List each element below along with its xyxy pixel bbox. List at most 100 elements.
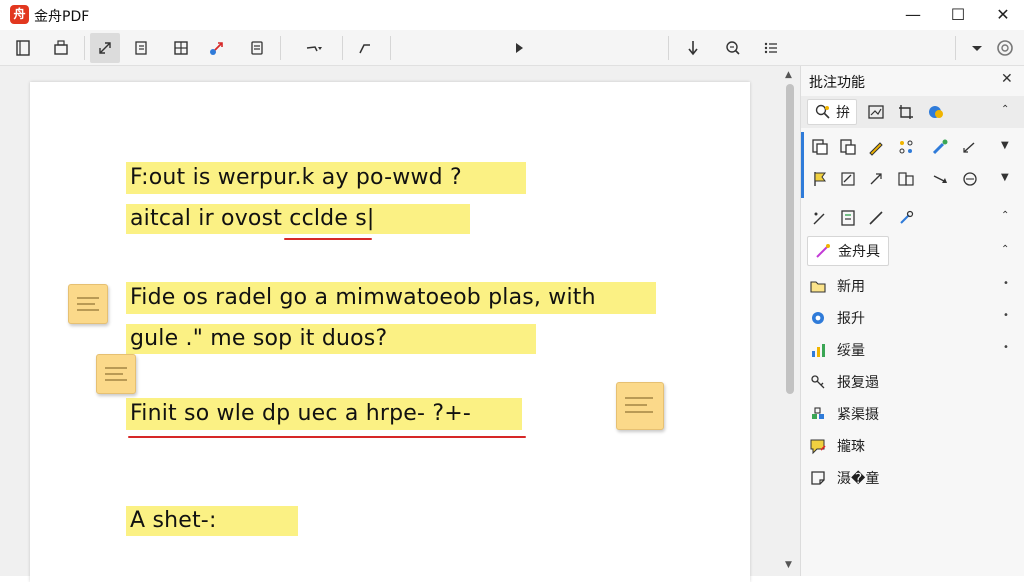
more-dot-icon[interactable]: • [1003,342,1009,353]
shield-color-icon [929,106,943,118]
vertical-scrollbar[interactable]: ▲ ▼ [782,66,798,576]
app-title: 金舟PDF [34,9,90,25]
resize-icon[interactable] [865,168,887,190]
panel-list-item[interactable]: 报复遢 [809,368,1019,396]
app-logo: 舟 [10,5,29,24]
scroll-thumb[interactable] [786,84,794,394]
stamp-tool-icon[interactable] [895,207,917,229]
columns-icon[interactable] [895,168,917,190]
magic-tool-icon[interactable] [809,207,831,229]
panel-list-item[interactable]: 报升 [809,304,1019,332]
list-item-label: 紧渠摄 [837,407,879,423]
toolbar-separator [280,36,281,60]
toolbar-separator [955,36,956,60]
list-item-label: 新用 [837,279,865,295]
close-button[interactable]: ✕ [980,0,1024,30]
list-icon[interactable] [756,33,786,63]
panel-list-item[interactable]: 绥量 [809,336,1019,364]
tab-label: 拚 [836,105,850,121]
list-item-label: 报复遢 [837,375,879,391]
sticky-note-icon[interactable] [96,354,136,394]
marker-icon[interactable] [929,136,951,158]
panel-list-item[interactable]: 新用 [809,272,1019,300]
line-tool-icon[interactable] [959,136,981,158]
list-item-label: 滠�童 [837,471,880,487]
tab-search[interactable]: 拚 [807,99,857,125]
select-arrow-icon[interactable] [90,33,120,63]
page-icon[interactable] [8,33,38,63]
panel-close-button[interactable]: ✕ [1001,71,1013,87]
pdf-page[interactable]: F:out is werpur.k ay po-wwd ? aitcal ir … [30,82,750,582]
circle-tool-icon[interactable] [959,168,981,190]
sticky-note-icon[interactable] [68,284,108,324]
chart-icon [812,344,825,357]
form-icon[interactable] [837,207,859,229]
duplicate-icon[interactable] [837,136,859,158]
copy-page-icon[interactable] [809,136,831,158]
gear-icon [812,312,824,324]
folder-icon [810,281,826,293]
settings-circle-icon[interactable] [990,33,1020,63]
scroll-down-icon[interactable]: ▼ [785,560,792,570]
panel-list-item[interactable]: 紧渠摄 [809,400,1019,428]
document-text-line: Fide os radel go a mimwatoeob plas, with [130,285,596,310]
zoom-icon[interactable] [718,33,748,63]
annotation-panel: 批注功能 ✕ 拚 ⌃ ▼ ▼ ⌃ 金舟具 ⌃ 新用 • 报升 • 绥量 • 报复… [800,66,1024,576]
text-select-icon[interactable] [126,33,156,63]
tab-crop[interactable] [897,99,915,125]
document-text-line: aitcal ir ovost cclde s| [130,206,375,231]
list-item-label: 报升 [837,311,865,327]
panel-title: 批注功能 [809,75,865,91]
scroll-up-icon[interactable]: ▲ [785,70,792,80]
sticky-note-icon[interactable] [616,382,664,430]
arrow-dropdown-icon[interactable] [294,33,334,63]
document-text-line: F:out is werpur.k ay po-wwd ? [130,165,462,190]
feature-button-label: 金舟具 [838,244,880,260]
comment-icon [810,439,826,455]
corner-tool-icon[interactable] [350,33,380,63]
tab-shield[interactable] [927,99,945,125]
list-item-label: 攏琜 [837,439,865,455]
pen-icon[interactable] [865,136,887,158]
key-icon [811,375,825,389]
arrow-tool-icon[interactable] [929,168,951,190]
tab-image[interactable] [867,99,885,125]
grid-icon[interactable] [166,33,196,63]
more-dot-icon[interactable]: • [1003,278,1009,289]
expand-caret-icon[interactable]: ▼ [1001,172,1009,183]
check-icon[interactable] [837,168,859,190]
document-text-line: gule ." me sop it duos? [130,326,388,351]
dots-icon[interactable] [895,136,917,158]
magic-wand-icon [816,244,830,258]
panel-list-item[interactable]: 攏琜 [809,432,1019,460]
annotation-tools-grid: ▼ ▼ [801,132,1024,198]
collapse-caret-icon[interactable]: ⌃ [1001,210,1009,221]
expand-caret-icon[interactable]: ▼ [1001,140,1009,151]
share-icon[interactable] [202,33,232,63]
document-viewer[interactable]: F:out is werpur.k ay po-wwd ? aitcal ir … [0,66,800,582]
document-icon[interactable] [242,33,272,63]
play-icon[interactable] [504,33,534,63]
maximize-button[interactable]: ☐ [935,0,981,30]
panel-list-item[interactable]: 滠�童 [809,464,1019,492]
title-bar: 舟 金舟PDF — ☐ ✕ [0,0,1024,30]
more-dot-icon[interactable]: • [1003,310,1009,321]
minimize-button[interactable]: — [890,0,936,30]
flag-icon[interactable] [809,168,831,190]
print-icon[interactable] [46,33,76,63]
download-arrow-icon[interactable] [678,33,708,63]
toolbar-separator [84,36,85,60]
dropdown-caret-icon[interactable] [962,33,992,63]
search-icon [815,104,830,119]
document-text-line: A shet-: [130,508,217,533]
main-toolbar [0,30,1024,66]
collapse-caret-icon[interactable]: ⌃ [1001,244,1009,255]
crop-icon [899,105,913,119]
note-outline-icon [811,471,825,485]
diagonal-line-icon[interactable] [865,207,887,229]
underline-annotation[interactable] [284,238,372,240]
collapse-caret-icon[interactable]: ⌃ [1001,104,1009,115]
underline-annotation[interactable] [128,436,526,438]
selection-indicator [801,132,804,198]
jinzhou-tool-button[interactable]: 金舟具 [807,236,889,266]
